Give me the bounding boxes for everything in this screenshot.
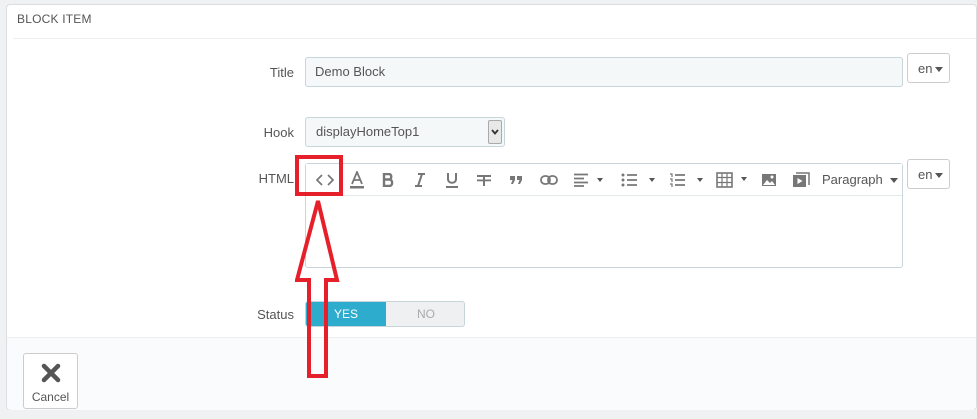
title-input[interactable]: Demo Block bbox=[305, 57, 903, 87]
underline-icon[interactable] bbox=[442, 170, 462, 190]
image-icon[interactable] bbox=[759, 170, 779, 190]
media-icon[interactable] bbox=[791, 170, 811, 190]
bold-icon[interactable] bbox=[378, 170, 398, 190]
format-dropdown[interactable]: Paragraph bbox=[822, 172, 898, 187]
heading-divider bbox=[13, 38, 976, 39]
strikethrough-icon[interactable] bbox=[474, 170, 494, 190]
format-dropdown-label: Paragraph bbox=[822, 172, 883, 187]
html-lang-label: en bbox=[918, 167, 933, 182]
link-icon[interactable] bbox=[538, 170, 560, 190]
caret-down-icon bbox=[935, 67, 944, 73]
title-lang-label: en bbox=[918, 61, 933, 76]
html-lang-button[interactable]: en bbox=[907, 159, 950, 189]
status-yes-option[interactable]: YES bbox=[306, 302, 386, 326]
caret-down-icon bbox=[889, 178, 898, 184]
status-switch[interactable]: YES NO bbox=[305, 301, 465, 327]
editor-toolbar: Paragraph bbox=[306, 164, 902, 196]
cancel-button[interactable]: Cancel bbox=[23, 353, 78, 409]
numbered-list-icon[interactable] bbox=[667, 170, 707, 190]
table-icon[interactable] bbox=[715, 170, 751, 190]
italic-icon[interactable] bbox=[410, 170, 430, 190]
panel-heading: BLOCK ITEM bbox=[17, 12, 92, 26]
caret-down-icon bbox=[935, 173, 944, 179]
align-left-icon[interactable] bbox=[571, 170, 605, 190]
cancel-label: Cancel bbox=[31, 390, 70, 404]
block-item-panel: BLOCK ITEM Title Demo Block en Hook disp… bbox=[6, 4, 977, 410]
panel-footer: Cancel bbox=[7, 337, 976, 410]
title-label: Title bbox=[269, 65, 294, 80]
title-lang-button[interactable]: en bbox=[907, 53, 950, 83]
code-icon[interactable] bbox=[314, 170, 336, 190]
status-label: Status bbox=[257, 307, 294, 322]
hook-select[interactable]: displayHomeTop1 bbox=[305, 117, 505, 147]
status-no-option[interactable]: NO bbox=[386, 302, 464, 326]
close-icon bbox=[41, 363, 61, 383]
text-color-icon[interactable] bbox=[346, 170, 368, 190]
blockquote-icon[interactable] bbox=[506, 170, 526, 190]
hook-select-value: displayHomeTop1 bbox=[316, 124, 420, 139]
html-editor[interactable]: Paragraph bbox=[305, 163, 903, 268]
html-label: HTML bbox=[258, 171, 294, 186]
hook-label: Hook bbox=[263, 125, 294, 140]
bullet-list-icon[interactable] bbox=[619, 170, 659, 190]
chevron-down-icon[interactable] bbox=[488, 120, 502, 144]
